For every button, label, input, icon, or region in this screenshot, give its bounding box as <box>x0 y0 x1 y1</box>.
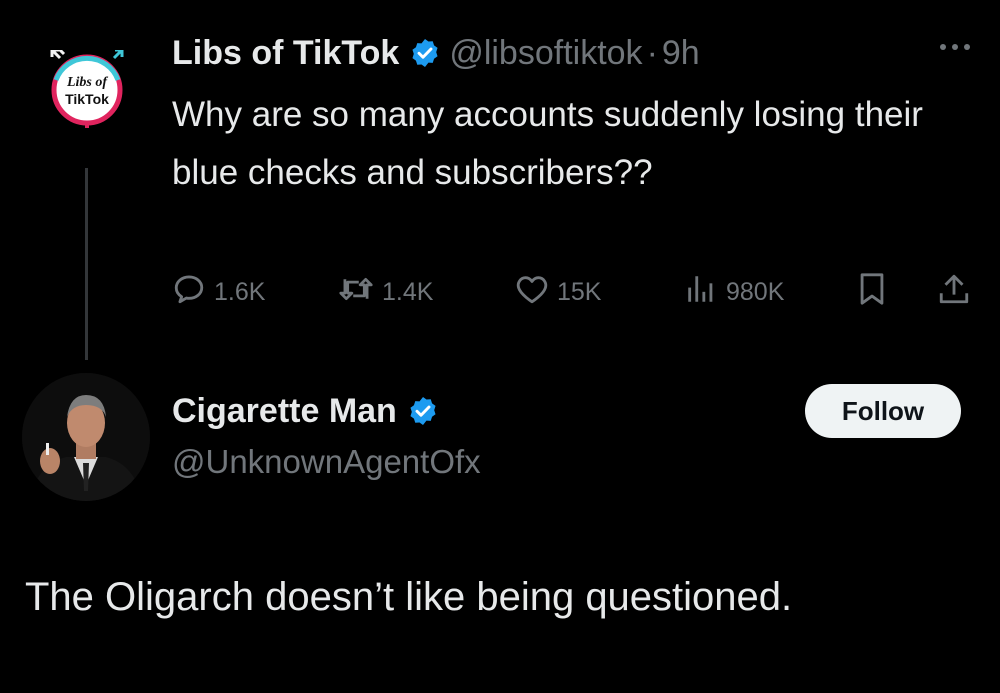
reply-author-handle[interactable]: @UnknownAgentOfx <box>172 443 481 481</box>
tweet-text: Why are so many accounts suddenly losing… <box>172 95 923 192</box>
follow-button[interactable]: Follow <box>805 384 961 438</box>
reply-icon <box>172 272 214 313</box>
like-count: 15K <box>557 277 602 306</box>
repost-count: 1.4K <box>382 277 434 306</box>
more-options-icon[interactable] <box>935 40 975 54</box>
like-button[interactable]: 15K <box>515 272 601 312</box>
tweet-timestamp[interactable]: 9h <box>662 34 700 73</box>
separator-dot: · <box>646 33 658 72</box>
reply-author-name[interactable]: Cigarette Man <box>172 392 397 431</box>
verified-badge-icon <box>407 395 439 427</box>
tweet-header: Libs of TikTok @libsoftiktok · 9h <box>172 28 700 78</box>
reply-text: The Oligarch doesn’t like being question… <box>25 575 793 619</box>
like-icon <box>515 273 557 312</box>
reply-author-row: Cigarette Man <box>172 386 439 436</box>
svg-text:TikTok: TikTok <box>65 91 109 107</box>
libs-of-tiktok-avatar[interactable]: Libs of TikTok <box>50 42 128 142</box>
reply-button[interactable]: 1.6K <box>172 272 265 312</box>
author-handle[interactable]: @libsoftiktok <box>449 34 642 73</box>
verified-badge-icon <box>409 37 441 69</box>
svg-text:Libs of: Libs of <box>66 75 108 90</box>
views-button[interactable]: 980K <box>684 272 784 312</box>
repost-button[interactable]: 1.4K <box>338 272 433 312</box>
share-button[interactable] <box>937 272 979 312</box>
thread-connector-line <box>85 168 88 360</box>
bookmark-button[interactable] <box>857 272 895 312</box>
author-name[interactable]: Libs of TikTok <box>172 34 399 73</box>
cigarette-man-avatar[interactable] <box>22 373 150 501</box>
views-count: 980K <box>726 277 785 306</box>
reply-count: 1.6K <box>214 277 266 306</box>
bookmark-icon <box>857 272 895 313</box>
share-icon <box>937 272 979 313</box>
repost-icon <box>338 272 382 313</box>
views-icon <box>684 272 726 313</box>
